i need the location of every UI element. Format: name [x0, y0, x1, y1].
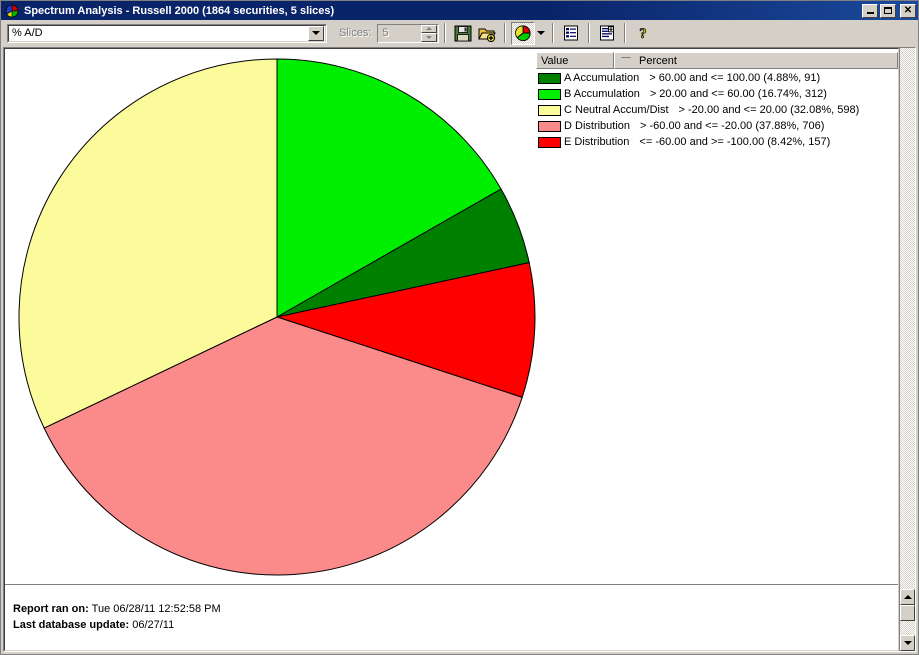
legend-column-header-percent[interactable]: Percent	[614, 52, 898, 69]
floppy-disk-icon	[454, 25, 472, 41]
indicator-combo-value: % A/D	[12, 27, 43, 39]
chevron-up-icon	[426, 27, 433, 31]
legend-row-name: C Neutral Accum/Dist	[564, 104, 669, 116]
slices-value: 5	[382, 27, 389, 39]
chart-type-dropdown-button[interactable]	[535, 22, 547, 45]
close-icon: ✕	[903, 4, 913, 16]
report-info-panel: Report ran on: Tue 06/28/11 12:52:58 PM …	[5, 584, 898, 650]
legend-row[interactable]: B Accumulation > 20.00 and <= 60.00 (16.7…	[536, 86, 898, 102]
maximize-button[interactable]	[880, 3, 896, 18]
legend-row[interactable]: A Accumulation > 60.00 and <= 100.00 (4.8…	[536, 70, 898, 86]
legend-row-name: B Accumulation	[564, 88, 640, 100]
toolbar-separator	[624, 23, 627, 43]
minimize-button[interactable]	[862, 3, 878, 18]
legend-row[interactable]: E Distribution <= -60.00 and >= -100.00 (…	[536, 134, 898, 150]
combo-dropdown-button[interactable]	[308, 25, 324, 41]
slices-spin-buttons[interactable]	[421, 24, 438, 42]
window-controls: ✕	[862, 3, 916, 18]
legend-color-swatch	[538, 72, 561, 84]
scrollbar-track-upper[interactable]	[900, 48, 915, 589]
toolbar-separator	[552, 23, 555, 43]
last-update-value: 06/27/11	[132, 619, 175, 631]
legend-color-swatch	[538, 136, 561, 148]
legend-row[interactable]: C Neutral Accum/Dist > -20.00 and <= 20.0…	[536, 102, 898, 118]
close-button[interactable]: ✕	[900, 3, 916, 18]
scroll-down-button[interactable]	[900, 635, 915, 651]
last-update-line: Last database update: 06/27/11	[13, 617, 898, 633]
report-ran-value: Tue 06/28/11 12:52:58 PM	[91, 603, 221, 615]
toolbar-separator	[588, 23, 591, 43]
legend-row-description: > -60.00 and <= -20.00 (37.88%, 706)	[640, 120, 825, 132]
pie-chart-icon	[515, 25, 531, 41]
vertical-scrollbar[interactable]	[899, 48, 915, 651]
legend-row-description: > 20.00 and <= 60.00 (16.74%, 312)	[649, 88, 827, 100]
legend-color-swatch	[538, 120, 561, 132]
legend-row-name: D Distribution	[564, 120, 631, 132]
pie-chart-view-button[interactable]	[511, 21, 536, 45]
last-update-label: Last database update:	[13, 619, 130, 631]
report-view-button[interactable]	[559, 22, 583, 45]
folder-add-icon	[478, 28, 497, 42]
detail-report-button[interactable]	[595, 22, 619, 45]
spectrum-analysis-window: Spectrum Analysis - Russell 2000 (1864 s…	[0, 0, 919, 655]
pie-chart-icon	[4, 3, 20, 18]
legend-row-name: E Distribution	[564, 136, 630, 148]
minimize-icon	[866, 12, 874, 14]
pie-chart-canvas[interactable]	[5, 49, 536, 584]
legend-list: A Accumulation > 60.00 and <= 100.00 (4.8…	[536, 69, 898, 150]
legend-panel: Value Percent A Accumulation > 60.00 and …	[536, 49, 898, 584]
toolbar: % A/D Slices: 5 ?	[1, 20, 918, 47]
legend-header-row: Value Percent	[536, 52, 898, 69]
sort-ascending-icon	[621, 57, 631, 64]
list-report-icon	[564, 25, 579, 41]
legend-row[interactable]: D Distribution > -60.00 and <= -20.00 (37…	[536, 118, 898, 134]
indicator-combo[interactable]: % A/D	[7, 23, 327, 43]
slices-decrement-button[interactable]	[421, 33, 438, 42]
open-add-button[interactable]	[475, 22, 499, 45]
client-frame: Value Percent A Accumulation > 60.00 and …	[3, 47, 916, 652]
slices-stepper[interactable]: 5	[377, 23, 440, 43]
toolbar-separator	[504, 23, 507, 43]
chevron-down-icon	[426, 35, 433, 39]
content-area: Value Percent A Accumulation > 60.00 and …	[1, 47, 918, 654]
legend-column-header-percent-label: Percent	[639, 54, 677, 67]
legend-row-description: > 60.00 and <= 100.00 (4.88%, 91)	[649, 72, 821, 84]
legend-row-description: <= -60.00 and >= -100.00 (8.42%, 157)	[639, 136, 831, 148]
window-title: Spectrum Analysis - Russell 2000 (1864 s…	[24, 4, 335, 17]
toolbar-separator	[444, 23, 447, 43]
scrollbar-thumb[interactable]	[900, 605, 915, 621]
legend-column-header-value[interactable]: Value	[536, 52, 614, 69]
chevron-up-icon	[903, 595, 912, 599]
scroll-up-button[interactable]	[900, 589, 915, 605]
detail-report-icon	[600, 25, 615, 41]
svg-text:?: ?	[640, 26, 648, 41]
chevron-down-icon	[903, 641, 912, 645]
maximize-icon	[884, 7, 892, 14]
legend-row-description: > -20.00 and <= 20.00 (32.08%, 598)	[678, 104, 860, 116]
pie-chart-graphic	[18, 58, 536, 576]
legend-row-name: A Accumulation	[564, 72, 640, 84]
help-button[interactable]: ?	[631, 22, 655, 45]
slices-increment-button[interactable]	[421, 24, 438, 33]
client-inner: Value Percent A Accumulation > 60.00 and …	[4, 48, 899, 651]
question-mark-icon: ?	[639, 26, 648, 41]
chart-and-legend: Value Percent A Accumulation > 60.00 and …	[5, 49, 898, 584]
slices-label: Slices:	[339, 27, 372, 39]
chevron-down-icon	[312, 31, 320, 35]
report-ran-line: Report ran on: Tue 06/28/11 12:52:58 PM	[13, 601, 898, 617]
chevron-down-icon	[537, 31, 546, 35]
legend-color-swatch	[538, 88, 561, 100]
scrollbar-track-lower[interactable]	[900, 621, 915, 635]
report-ran-label: Report ran on:	[13, 603, 89, 615]
save-button[interactable]	[451, 22, 475, 45]
title-bar: Spectrum Analysis - Russell 2000 (1864 s…	[1, 1, 918, 20]
legend-color-swatch	[538, 104, 561, 116]
